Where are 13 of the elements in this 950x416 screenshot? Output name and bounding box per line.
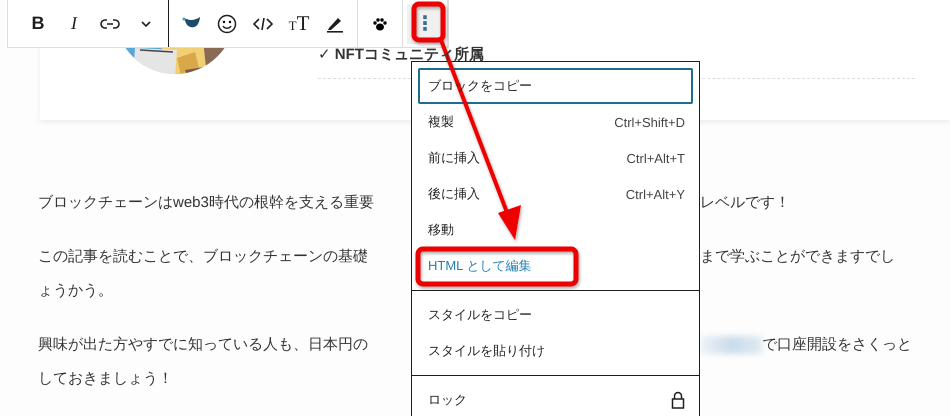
italic-button[interactable]: I xyxy=(56,4,92,44)
bold-button[interactable]: B xyxy=(20,4,56,44)
lock-icon xyxy=(671,391,685,409)
paragraph-text: 興味が出た方やすでに知っている人も、日本円の xyxy=(38,335,369,355)
paragraph-text: しておきましょう！ xyxy=(38,369,174,389)
text-size-button[interactable]: TT xyxy=(281,4,317,44)
paragraph-text: で口座開設をさくっと xyxy=(762,335,912,355)
paragraph-text: ょうかう。 xyxy=(38,281,114,301)
paragraph-text: ブロックチェーンはweb3時代の根幹を支える重要 xyxy=(38,193,375,213)
highlight-frame xyxy=(412,2,446,42)
paragraph-text: この記事を読むことで、ブロックチェーンの基礎 xyxy=(38,247,369,267)
paragraph-text: まで学ぶことができますでし xyxy=(700,247,895,267)
paragraph-text: レベルです！ xyxy=(700,193,790,213)
